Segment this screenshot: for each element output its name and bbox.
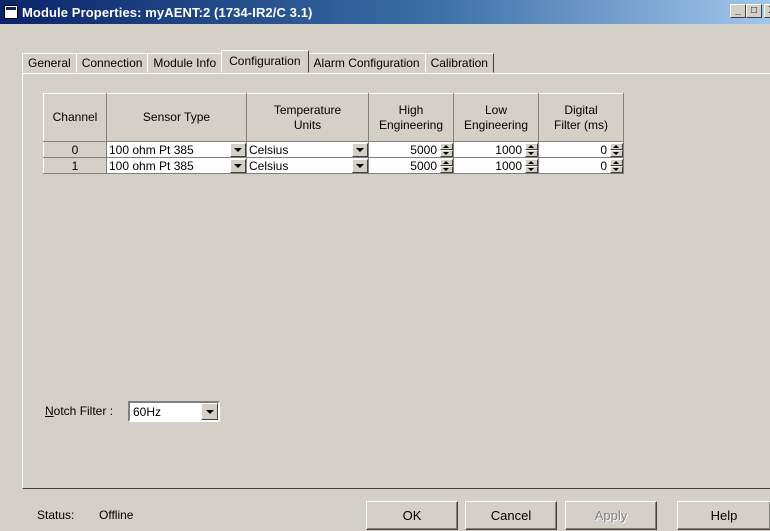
- notch-filter-label-text: otch Filter :: [53, 404, 114, 418]
- temperature-units-select[interactable]: Celsius: [246, 157, 369, 174]
- header-low-engineering: Low Engineering: [453, 93, 539, 142]
- chevron-down-icon[interactable]: [230, 158, 246, 173]
- header-digital-filter-line2: Filter (ms): [554, 117, 608, 132]
- spinner-arrows-icon[interactable]: [440, 158, 453, 173]
- digital-filter-value: 0: [600, 142, 607, 157]
- window-title: Module Properties: myAENT:2 (1734-IR2/C …: [22, 4, 313, 20]
- help-button[interactable]: Help: [677, 501, 770, 530]
- sensor-type-value: 100 ohm Pt 385: [109, 142, 194, 157]
- notch-filter-label: Notch Filter :: [45, 404, 113, 418]
- notch-filter-mnemonic: N: [45, 404, 54, 418]
- header-temperature-units-line1: Temperature: [273, 102, 342, 117]
- header-temperature-units: Temperature Units: [246, 93, 369, 142]
- digital-filter-value: 0: [600, 158, 607, 173]
- chevron-down-icon[interactable]: [352, 158, 368, 173]
- temperature-units-select[interactable]: Celsius: [246, 141, 369, 158]
- low-engineering-value: 1000: [495, 158, 522, 173]
- module-properties-dialog: Module Properties: myAENT:2 (1734-IR2/C …: [0, 0, 770, 531]
- table-row: 0 100 ohm Pt 385 Celsius 5000 1000 0: [43, 141, 624, 158]
- temperature-units-value: Celsius: [249, 142, 289, 157]
- low-engineering-spinner[interactable]: 1000: [453, 141, 539, 158]
- high-engineering-spinner[interactable]: 5000: [368, 157, 454, 174]
- tab-strip: General Connection Module Info Configura…: [22, 50, 494, 73]
- header-digital-filter: Digital Filter (ms): [538, 93, 624, 142]
- sensor-type-select[interactable]: 100 ohm Pt 385: [106, 141, 247, 158]
- channel-config-grid: Channel Sensor Type Temperature Units Hi…: [43, 93, 624, 174]
- grid-header-row: Channel Sensor Type Temperature Units Hi…: [43, 93, 624, 142]
- spinner-arrows-icon[interactable]: [610, 142, 623, 157]
- maximize-button[interactable]: □: [746, 4, 762, 18]
- spinner-arrows-icon[interactable]: [525, 142, 538, 157]
- header-high-engineering-line2: Engineering: [378, 117, 444, 132]
- sensor-type-value: 100 ohm Pt 385: [109, 158, 194, 173]
- spinner-arrows-icon[interactable]: [525, 158, 538, 173]
- tab-connection[interactable]: Connection: [75, 53, 149, 73]
- digital-filter-spinner[interactable]: 0: [538, 141, 624, 158]
- channel-number: 1: [43, 157, 107, 174]
- window-icon: [4, 5, 18, 19]
- notch-filter-value: 60Hz: [133, 404, 162, 419]
- chevron-down-icon[interactable]: [352, 142, 368, 157]
- low-engineering-spinner[interactable]: 1000: [453, 157, 539, 174]
- title-bar[interactable]: Module Properties: myAENT:2 (1734-IR2/C …: [0, 0, 770, 24]
- header-low-engineering-line2: Engineering: [463, 117, 529, 132]
- sensor-type-select[interactable]: 100 ohm Pt 385: [106, 157, 247, 174]
- notch-filter-select[interactable]: 60Hz: [128, 401, 220, 422]
- status-value: Offline: [99, 508, 134, 522]
- spinner-arrows-icon[interactable]: [440, 142, 453, 157]
- high-engineering-spinner[interactable]: 5000: [368, 141, 454, 158]
- header-channel: Channel: [43, 93, 107, 142]
- low-engineering-value: 1000: [495, 142, 522, 157]
- header-low-engineering-line1: Low: [484, 102, 507, 117]
- high-engineering-value: 5000: [410, 142, 437, 157]
- close-button[interactable]: X: [764, 4, 770, 18]
- tab-configuration[interactable]: Configuration: [221, 50, 309, 73]
- status-label: Status:: [37, 508, 75, 522]
- high-engineering-value: 5000: [410, 158, 437, 173]
- tab-general[interactable]: General: [22, 53, 77, 73]
- spinner-arrows-icon[interactable]: [610, 158, 623, 173]
- header-temperature-units-line2: Units: [293, 117, 322, 132]
- header-digital-filter-line1: Digital: [564, 102, 598, 117]
- channel-number: 0: [43, 141, 107, 158]
- tab-calibration[interactable]: Calibration: [424, 53, 494, 73]
- digital-filter-spinner[interactable]: 0: [538, 157, 624, 174]
- window-controls: _ □ X: [730, 4, 770, 18]
- minimize-button[interactable]: _: [730, 4, 746, 18]
- tab-module-info[interactable]: Module Info: [147, 53, 223, 73]
- cancel-button[interactable]: Cancel: [465, 501, 557, 530]
- table-row: 1 100 ohm Pt 385 Celsius 5000 1000 0: [43, 157, 624, 174]
- apply-button[interactable]: Apply: [565, 501, 657, 530]
- header-sensor-type: Sensor Type: [106, 93, 247, 142]
- header-high-engineering: High Engineering: [368, 93, 454, 142]
- chevron-down-icon[interactable]: [201, 403, 218, 420]
- header-high-engineering-line1: High: [398, 102, 424, 117]
- chevron-down-icon[interactable]: [230, 142, 246, 157]
- tab-alarm-configuration[interactable]: Alarm Configuration: [307, 53, 426, 73]
- ok-button[interactable]: OK: [366, 501, 458, 530]
- temperature-units-value: Celsius: [249, 158, 289, 173]
